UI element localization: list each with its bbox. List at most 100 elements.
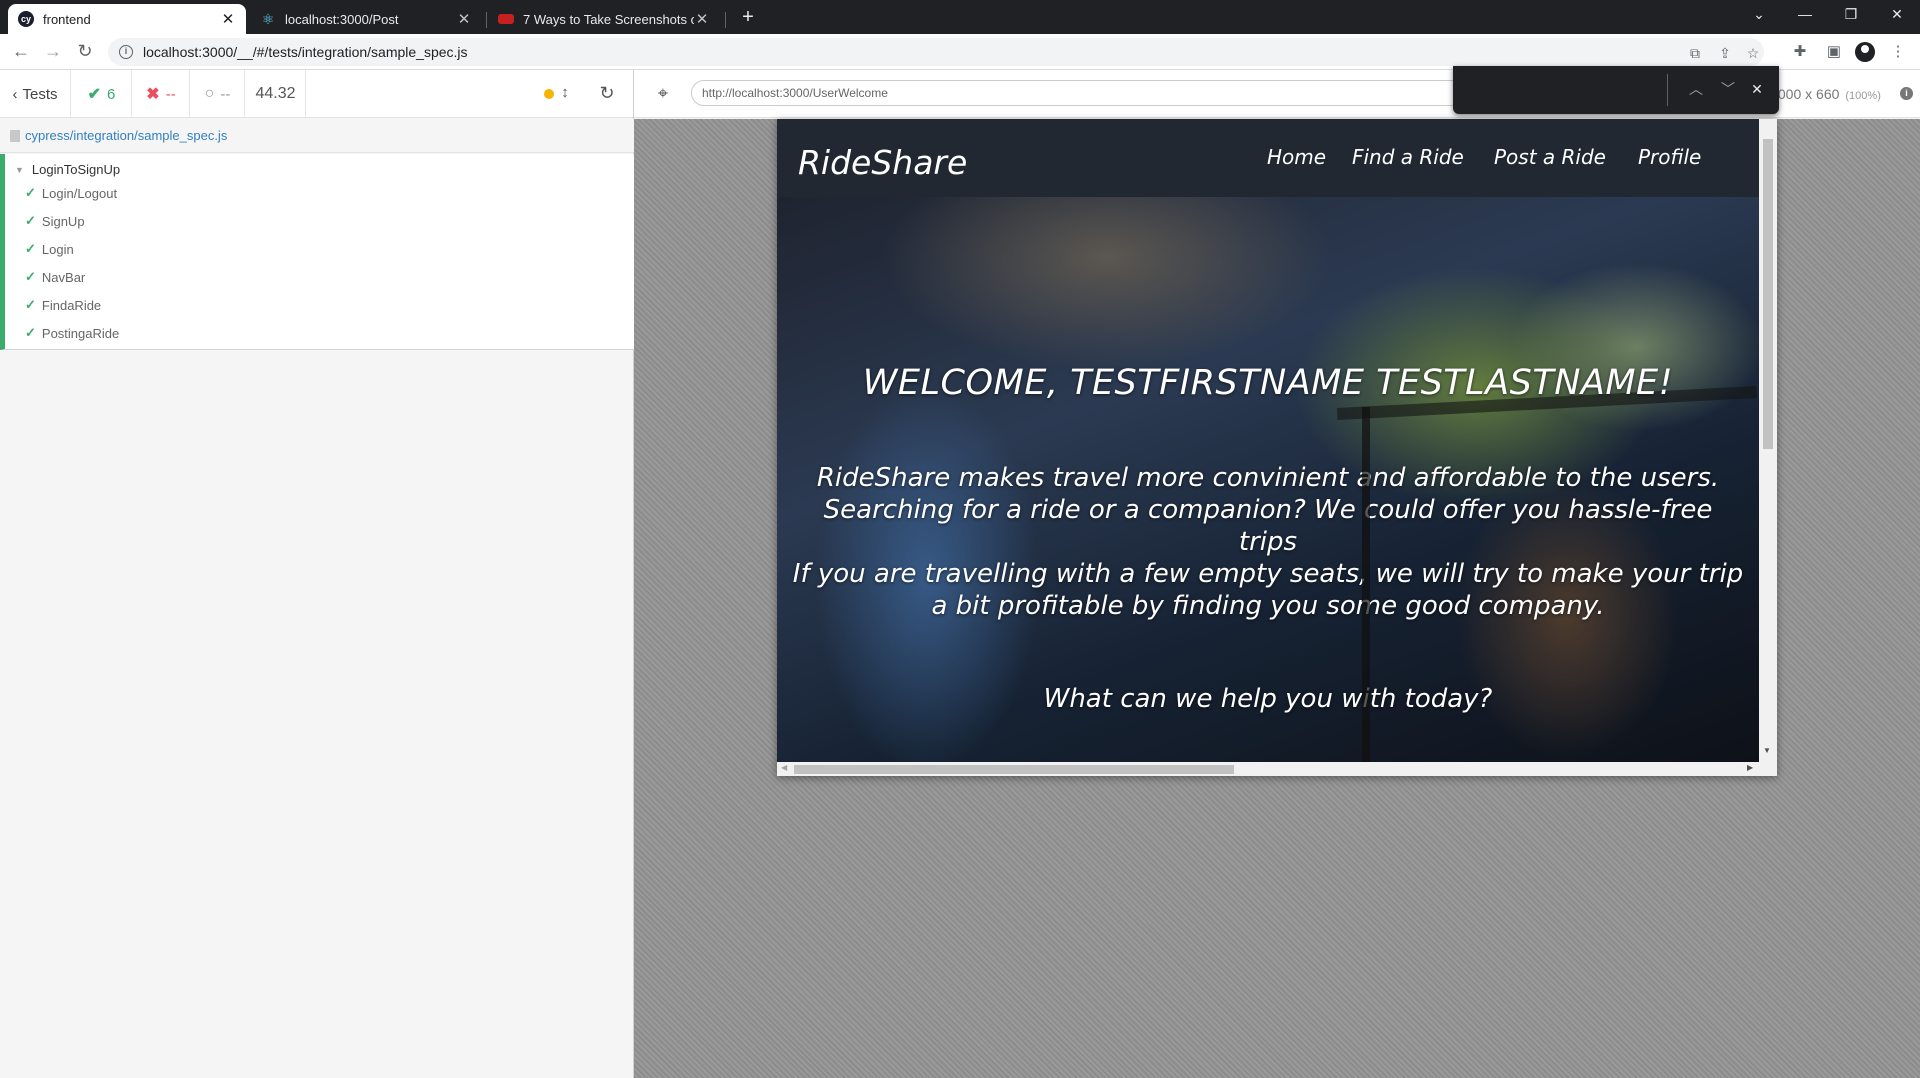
find-next-icon[interactable]: ﹀ bbox=[1717, 78, 1739, 100]
restore-window-icon[interactable]: ❐ bbox=[1828, 0, 1874, 30]
description-line: trips bbox=[1238, 527, 1298, 557]
aut-stage: RideShare Home Find a Ride Post a Ride P… bbox=[634, 119, 1920, 1078]
pending-count: ○ -- bbox=[191, 70, 245, 118]
tab-separator bbox=[486, 12, 487, 28]
side-panel-icon[interactable]: ▣ bbox=[1822, 40, 1846, 64]
test-title: Login bbox=[41, 241, 74, 257]
passed-count: ✔ 6 bbox=[72, 70, 132, 118]
vertical-scroll-thumb[interactable] bbox=[1763, 139, 1773, 449]
check-icon: ✓ bbox=[25, 213, 36, 228]
description-line: If you are travelling with a few empty s… bbox=[792, 559, 1744, 589]
close-tab-icon[interactable]: ✕ bbox=[456, 10, 472, 28]
scroll-left-arrow-icon[interactable]: ◀ bbox=[781, 763, 787, 772]
share-icon[interactable]: ⇪ bbox=[1714, 42, 1736, 64]
tab-title: 7 Ways to Take Screenshots on W bbox=[523, 11, 694, 27]
horizontal-scrollbar[interactable]: ◀ ▶ bbox=[777, 762, 1777, 776]
test-title: SignUp bbox=[41, 213, 85, 229]
site-logo-icon bbox=[498, 14, 514, 24]
browser-tab-screenshots[interactable]: 7 Ways to Take Screenshots on W ✕ bbox=[488, 4, 720, 34]
extensions-icon[interactable]: ✚ bbox=[1788, 40, 1812, 64]
description-line: RideShare makes travel more convinient a… bbox=[816, 463, 1720, 493]
tab-search-icon[interactable]: ⌄ bbox=[1736, 0, 1782, 30]
bookmark-star-icon[interactable]: ☆ bbox=[1742, 42, 1764, 64]
check-icon: ✓ bbox=[25, 325, 36, 340]
autoscroll-icon[interactable]: ↕ bbox=[559, 82, 571, 104]
address-bar[interactable]: i localhost:3000/__/#/tests/integration/… bbox=[108, 38, 1764, 66]
nav-link-home[interactable]: Home bbox=[1267, 145, 1326, 169]
back-icon[interactable]: ← bbox=[8, 39, 34, 65]
close-tab-icon[interactable]: ✕ bbox=[694, 10, 710, 28]
app-brand[interactable]: RideShare bbox=[798, 143, 967, 182]
passed-value: 6 bbox=[107, 85, 116, 103]
test-item[interactable]: ✓ Login/Logout bbox=[25, 182, 117, 204]
test-suite: ▼ LoginToSignUp ✓ Login/Logout ✓ SignUp … bbox=[0, 154, 634, 350]
tab-separator bbox=[725, 12, 726, 28]
app-navbar: RideShare Home Find a Ride Post a Ride P… bbox=[777, 119, 1759, 197]
viewport-size: .000 x 660 bbox=[1774, 86, 1840, 102]
failed-count: ✖ -- bbox=[133, 70, 190, 118]
vertical-scrollbar[interactable]: ▼ bbox=[1759, 119, 1777, 762]
suite-title-text: LoginToSignUp bbox=[31, 162, 121, 177]
viewport-info[interactable]: .000 x 660 (100%) bbox=[1774, 86, 1881, 102]
find-bar: ︿ ﹀ ✕ bbox=[1453, 66, 1779, 114]
app-iframe: RideShare Home Find a Ride Post a Ride P… bbox=[777, 119, 1777, 776]
test-item[interactable]: ✓ SignUp bbox=[25, 210, 85, 232]
scroll-down-arrow-icon[interactable]: ▼ bbox=[1763, 746, 1771, 755]
lens-icon[interactable]: ⧉ bbox=[1684, 42, 1706, 64]
check-icon: ✓ bbox=[25, 185, 36, 200]
description-line: a bit profitable by finding you some goo… bbox=[931, 591, 1605, 621]
pending-value: -- bbox=[220, 85, 231, 103]
check-icon: ✓ bbox=[25, 269, 36, 284]
failed-value: -- bbox=[165, 85, 176, 103]
selector-playground-icon[interactable]: ⌖ bbox=[652, 82, 674, 104]
duration: 44.32 bbox=[246, 70, 306, 118]
browser-tab-frontend[interactable]: cy frontend ✕ bbox=[8, 4, 246, 34]
find-divider bbox=[1667, 74, 1668, 106]
tests-back-button[interactable]: ‹ Tests bbox=[0, 70, 71, 118]
forward-icon[interactable]: → bbox=[40, 39, 66, 65]
test-title: FindaRide bbox=[41, 297, 102, 313]
check-icon: ✓ bbox=[25, 297, 36, 312]
browser-toolbar: ← → ↻ i localhost:3000/__/#/tests/integr… bbox=[0, 34, 1920, 70]
test-item[interactable]: ✓ FindaRide bbox=[25, 294, 101, 316]
nav-link-post-a-ride[interactable]: Post a Ride bbox=[1494, 145, 1606, 169]
horizontal-scroll-thumb[interactable] bbox=[794, 765, 1234, 774]
test-title: Login/Logout bbox=[41, 185, 118, 201]
file-icon bbox=[10, 129, 20, 142]
close-window-icon[interactable]: ✕ bbox=[1874, 0, 1920, 30]
tests-label: Tests bbox=[22, 85, 58, 103]
browser-tab-post[interactable]: ⚛ localhost:3000/Post ✕ bbox=[250, 4, 482, 34]
spec-path-link[interactable]: cypress/integration/sample_spec.js bbox=[25, 128, 227, 143]
check-icon: ✓ bbox=[25, 241, 36, 256]
profile-avatar[interactable] bbox=[1855, 42, 1875, 62]
test-item[interactable]: ✓ Login bbox=[25, 238, 74, 260]
site-info-icon[interactable]: i bbox=[119, 45, 133, 59]
menu-kebab-icon[interactable]: ⋮ bbox=[1886, 40, 1910, 64]
suite-title[interactable]: ▼ LoginToSignUp bbox=[15, 162, 120, 177]
reporter-stats-bar: ‹ Tests ✔ 6 ✖ -- ○ -- 44.32 ↕ ↻ bbox=[0, 70, 633, 118]
react-logo-icon: ⚛ bbox=[261, 10, 275, 27]
new-tab-button[interactable]: + bbox=[736, 6, 760, 30]
hero-section: WELCOME, TESTFIRSTNAME TESTLASTNAME! Rid… bbox=[777, 197, 1759, 762]
rerun-icon[interactable]: ↻ bbox=[596, 82, 618, 104]
browser-tab-strip: cy frontend ✕ ⚛ localhost:3000/Post ✕ 7 … bbox=[0, 0, 1920, 34]
info-icon[interactable]: i bbox=[1900, 87, 1913, 100]
cypress-logo-icon: cy bbox=[18, 11, 34, 27]
scroll-right-arrow-icon[interactable]: ▶ bbox=[1747, 763, 1753, 772]
aut-url-field[interactable]: http://localhost:3000/UserWelcome bbox=[691, 80, 1481, 106]
find-input[interactable] bbox=[1465, 76, 1665, 104]
test-item[interactable]: ✓ NavBar bbox=[25, 266, 85, 288]
nav-link-profile[interactable]: Profile bbox=[1638, 145, 1701, 169]
minimize-window-icon[interactable]: — bbox=[1782, 0, 1828, 30]
tab-title: frontend bbox=[43, 11, 91, 27]
caret-down-icon: ▼ bbox=[15, 164, 24, 175]
find-previous-icon[interactable]: ︿ bbox=[1685, 78, 1707, 100]
address-url[interactable]: localhost:3000/__/#/tests/integration/sa… bbox=[143, 44, 468, 60]
close-tab-icon[interactable]: ✕ bbox=[220, 10, 236, 28]
test-item[interactable]: ✓ PostingaRide bbox=[25, 322, 119, 344]
nav-link-find-a-ride[interactable]: Find a Ride bbox=[1352, 145, 1464, 169]
welcome-heading: WELCOME, TESTFIRSTNAME TESTLASTNAME! bbox=[862, 363, 1674, 403]
reload-icon[interactable]: ↻ bbox=[72, 39, 98, 65]
find-close-icon[interactable]: ✕ bbox=[1746, 78, 1768, 100]
cross-icon: ✖ bbox=[146, 86, 160, 103]
